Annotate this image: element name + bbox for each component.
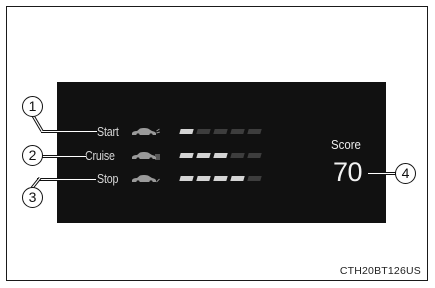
meter-start-seg-1	[179, 129, 194, 134]
score-label: Score	[331, 137, 361, 152]
callout-3: 3	[22, 187, 43, 208]
row-label-start: Start	[97, 124, 119, 139]
meter-stop-seg-2	[196, 176, 211, 181]
callout-2-leader	[42, 155, 86, 158]
car-cruise-icon	[132, 152, 160, 161]
meter-cruise-seg-1	[179, 153, 194, 158]
meter-cruise-seg-4	[230, 153, 245, 158]
meter-cruise-seg-5	[247, 153, 262, 158]
callout-4: 4	[395, 163, 416, 184]
callout-4-leader	[368, 172, 396, 175]
meter-start-seg-3	[213, 129, 228, 134]
meter-start-seg-5	[247, 129, 262, 134]
callout-1: 1	[22, 96, 43, 117]
score-value: 70	[333, 157, 363, 187]
meter-stop-seg-4	[230, 176, 245, 181]
meter-stop-seg-5	[247, 176, 262, 181]
meter-start-seg-2	[196, 129, 211, 134]
meter-start-seg-4	[230, 129, 245, 134]
car-stop-icon	[132, 175, 160, 184]
row-label-stop: Stop	[97, 171, 119, 186]
image-code: CTH20BT126US	[339, 265, 421, 277]
callout-3-leader	[37, 178, 96, 181]
meter-cruise-seg-3	[213, 153, 228, 158]
callout-2: 2	[22, 145, 43, 166]
meter-stop-seg-1	[179, 176, 194, 181]
meter-cruise-seg-2	[196, 153, 211, 158]
row-label-cruise: Cruise	[85, 148, 115, 163]
callout-1-connector	[30, 114, 44, 132]
callout-1-leader	[41, 130, 97, 133]
car-start-icon	[132, 128, 160, 137]
meter-stop-seg-3	[213, 176, 228, 181]
